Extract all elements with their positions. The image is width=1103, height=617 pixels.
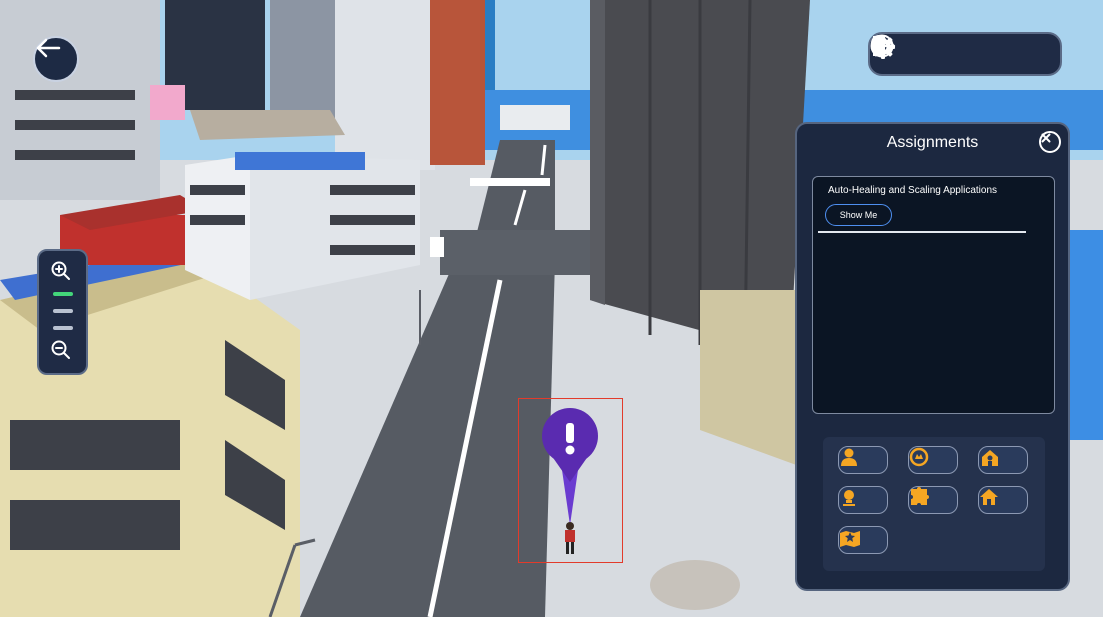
assignments-title: Assignments [886,134,979,151]
person-button[interactable] [838,446,888,474]
power-icon [909,447,929,467]
assignments-list: Auto-Healing and Scaling Applications Sh… [812,176,1055,414]
back-button[interactable] [33,36,79,82]
arrow-left-icon [36,38,61,58]
show-me-button[interactable]: Show Me [825,204,892,226]
close-button[interactable] [1039,131,1061,153]
map-star-icon [840,531,860,547]
exit-button[interactable] [873,36,1051,69]
exit-door-icon [873,36,896,56]
person-icon [841,448,857,466]
zoom-in-button[interactable] [51,261,75,285]
sound-button[interactable] [872,36,944,69]
map-star-button[interactable] [838,526,888,554]
zoom-panel [37,249,88,375]
lightbulb-icon [843,490,855,506]
assignment-title: Auto-Healing and Scaling Applications [828,185,997,196]
puzzle-button[interactable] [908,486,958,514]
help-button[interactable] [870,34,980,69]
home-icon [980,489,998,505]
zoom-level-indicator [53,309,73,313]
team-icon [982,450,998,466]
game-viewport[interactable]: Assignments Auto-Healing and Scaling App… [0,0,1103,617]
home-button[interactable] [978,486,1028,514]
zoom-out-button[interactable] [51,340,75,364]
zoom-out-icon [51,340,70,359]
top-toolbar [868,32,1062,76]
puzzle-icon [911,487,929,505]
close-icon [1041,133,1051,143]
power-button[interactable] [908,446,958,474]
action-icon-tray [823,437,1045,571]
settings-button[interactable] [871,35,1016,69]
zoom-level-indicator [53,326,73,330]
lightbulb-button[interactable] [838,486,888,514]
zoom-level-indicator [53,292,73,296]
team-button[interactable] [978,446,1028,474]
zoom-in-icon [51,261,70,280]
assignments-panel: Assignments Auto-Healing and Scaling App… [795,122,1070,591]
assignment-divider [818,231,1026,233]
